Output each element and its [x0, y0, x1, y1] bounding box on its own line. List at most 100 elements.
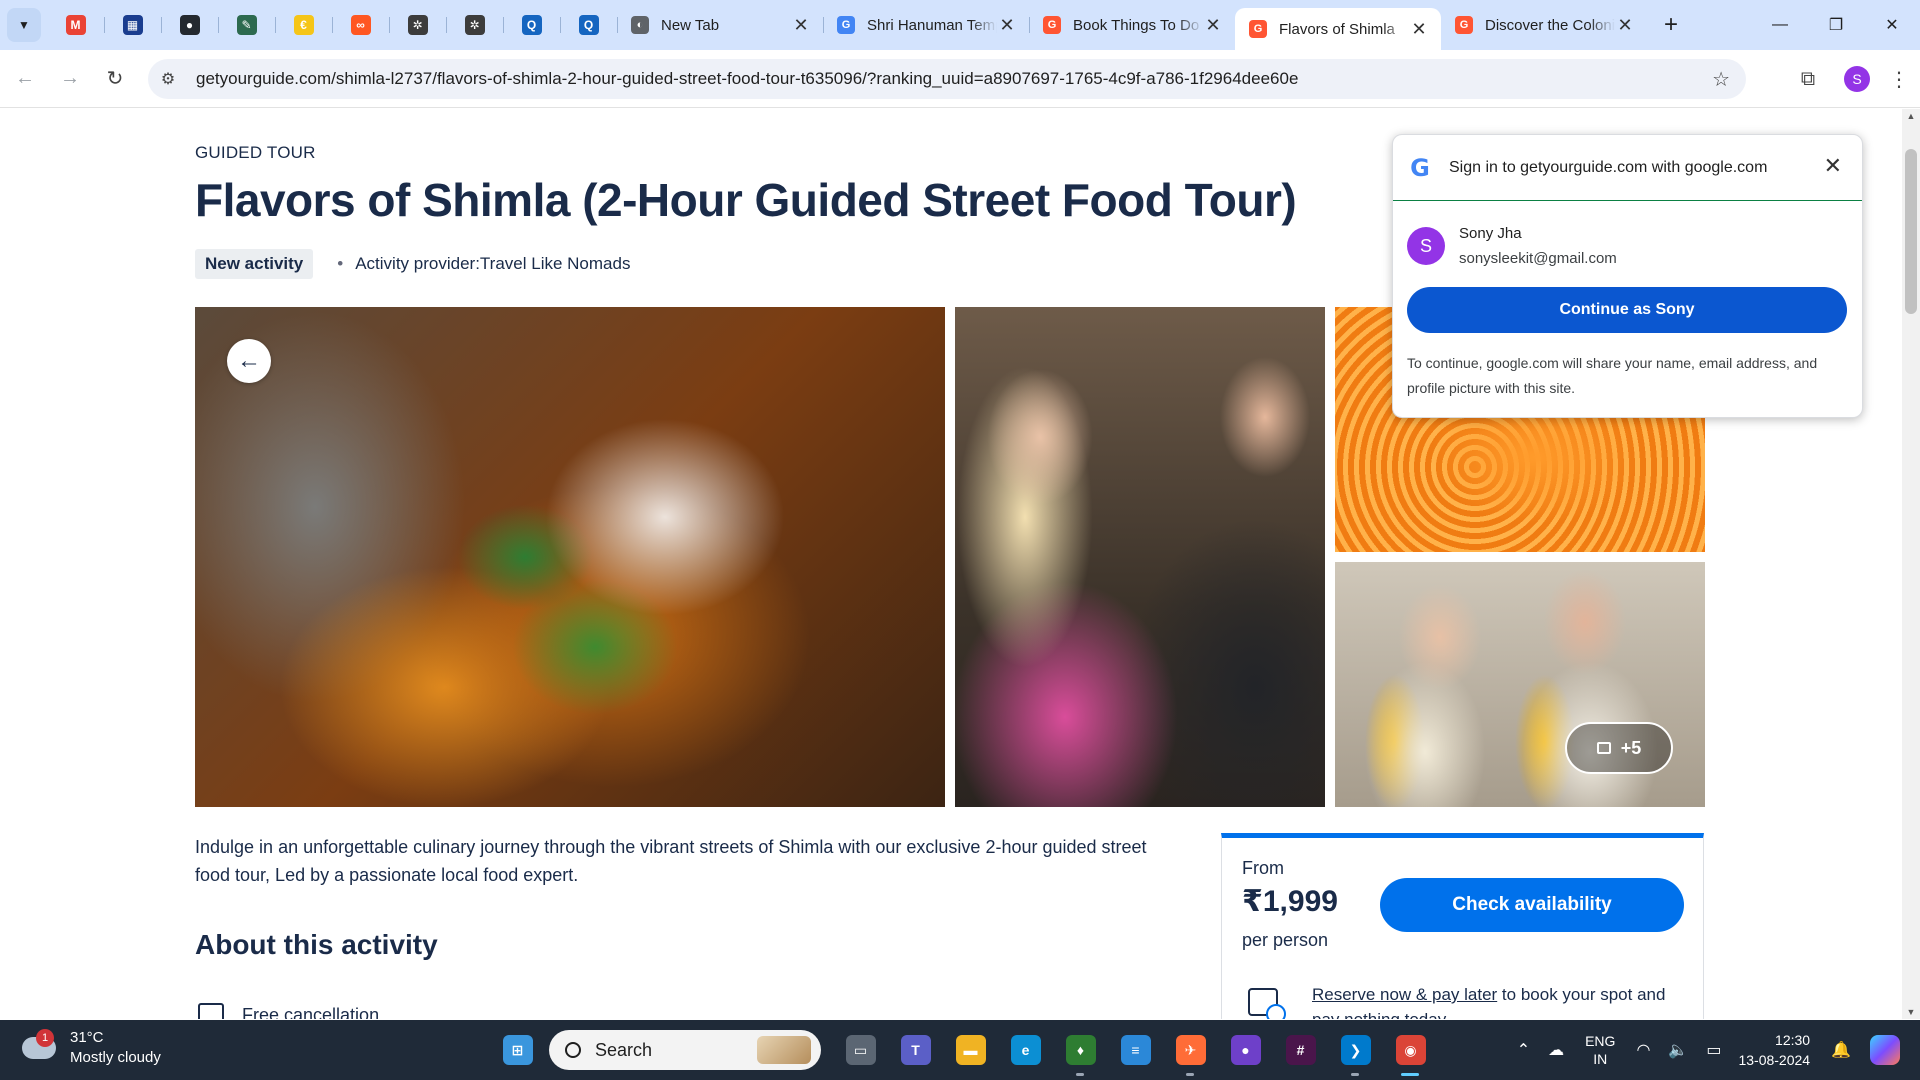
- task-view-button[interactable]: ▭: [833, 1020, 888, 1080]
- pinned-tab[interactable]: ✲: [389, 0, 446, 50]
- scroll-up-icon[interactable]: ▲: [1902, 111, 1920, 121]
- tab[interactable]: G Shri Hanuman Temple✕: [823, 0, 1029, 50]
- address-bar[interactable]: ⚙ getyourguide.com/shimla-l2737/flavors-…: [148, 59, 1746, 99]
- teams-app[interactable]: T: [888, 1020, 943, 1080]
- postman-app[interactable]: ✈: [1163, 1020, 1218, 1080]
- provider-label: Activity provider:: [355, 254, 480, 273]
- restore-button[interactable]: ❐: [1808, 0, 1864, 50]
- reserve-now-link[interactable]: Reserve now & pay later: [1312, 985, 1497, 1004]
- provider-link[interactable]: Travel Like Nomads: [480, 254, 631, 274]
- tab-close-icon[interactable]: ✕: [1409, 19, 1429, 40]
- tab[interactable]: ◐ New Tab ✕: [617, 0, 823, 50]
- mongodb-app[interactable]: ♦: [1053, 1020, 1108, 1080]
- coin-icon: €: [293, 15, 314, 35]
- forward-button[interactable]: →: [50, 59, 90, 99]
- check-availability-button[interactable]: Check availability: [1380, 878, 1684, 932]
- gallery-photo-4[interactable]: +5: [1335, 562, 1705, 807]
- more-menu-icon[interactable]: ⋮: [1884, 67, 1914, 92]
- wifi-icon[interactable]: ◠: [1636, 1040, 1650, 1060]
- pinned-tab[interactable]: €: [275, 0, 332, 50]
- arrow-left-icon: ←: [237, 347, 261, 374]
- dashboard-icon: ▦: [122, 15, 143, 35]
- signin-note: To continue, google.com will share your …: [1407, 355, 1818, 396]
- tab-active[interactable]: G Flavors of Shimla ✕: [1235, 8, 1441, 50]
- tab[interactable]: G Discover the Colonial ✕: [1441, 0, 1647, 50]
- pinned-tab[interactable]: ▦: [104, 0, 161, 50]
- tab-close-icon[interactable]: ✕: [1203, 15, 1223, 36]
- copilot-icon[interactable]: [1870, 1035, 1900, 1065]
- pinned-tab[interactable]: ✎: [218, 0, 275, 50]
- onedrive-icon[interactable]: ☁: [1548, 1040, 1564, 1060]
- edge-app[interactable]: e: [998, 1020, 1053, 1080]
- teams-icon: T: [900, 1035, 931, 1065]
- pinned-tab[interactable]: Q: [503, 0, 560, 50]
- scrollbar-thumb[interactable]: [1905, 149, 1917, 314]
- file-explorer-app[interactable]: ▬: [943, 1020, 998, 1080]
- signin-header: G Sign in to getyourguide.com with googl…: [1393, 135, 1862, 201]
- more-photos-count: +5: [1620, 737, 1642, 758]
- back-button[interactable]: ←: [5, 59, 45, 99]
- profile-avatar[interactable]: S: [1844, 66, 1870, 92]
- url-text[interactable]: getyourguide.com/shimla-l2737/flavors-of…: [196, 69, 1298, 89]
- bookmark-star-icon[interactable]: ☆: [1712, 67, 1730, 92]
- close-window-button[interactable]: ✕: [1864, 0, 1920, 50]
- page-scrollbar[interactable]: ▲ ▼: [1902, 109, 1920, 1019]
- calendar-check-icon: [198, 1003, 224, 1019]
- start-button[interactable]: ⊞: [490, 1020, 545, 1080]
- slack-app[interactable]: #: [1273, 1020, 1328, 1080]
- google-signin-popup: G Sign in to getyourguide.com with googl…: [1392, 134, 1863, 418]
- tab-search-button[interactable]: ▼: [7, 8, 41, 42]
- tab-close-icon[interactable]: ✕: [791, 15, 811, 36]
- price-value: ₹1,999: [1242, 885, 1338, 918]
- notepad-icon: ≡: [1120, 1035, 1151, 1065]
- vscode-app[interactable]: ❯: [1328, 1020, 1383, 1080]
- chevron-up-icon[interactable]: ⌃: [1517, 1040, 1530, 1060]
- scroll-down-icon[interactable]: ▼: [1902, 1007, 1920, 1017]
- taskbar-clock[interactable]: 12:30 13-08-2024: [1738, 1030, 1810, 1070]
- pinned-tab[interactable]: M: [47, 0, 104, 50]
- signin-account[interactable]: S Sony Jha sonysleekit@gmail.com: [1407, 221, 1617, 271]
- tab[interactable]: G Book Things To Do ✕: [1029, 0, 1235, 50]
- system-tray: ⌃ ☁ ENG IN ◠ 🔈 ▭ 12:30 13-08-2024 🔔: [1508, 1020, 1920, 1080]
- gallery-back-button[interactable]: ←: [227, 339, 271, 383]
- github-desktop-app[interactable]: ●: [1218, 1020, 1273, 1080]
- search-icon: [565, 1042, 581, 1058]
- gallery-photo-main[interactable]: ←: [195, 307, 945, 807]
- pinned-tab[interactable]: ✲: [446, 0, 503, 50]
- volume-icon[interactable]: 🔈: [1668, 1040, 1688, 1060]
- language-indicator[interactable]: ENG IN: [1585, 1032, 1615, 1068]
- github-icon: ●: [1230, 1035, 1261, 1065]
- notification-bell-icon[interactable]: 🔔: [1831, 1040, 1851, 1060]
- chrome-app[interactable]: ◉: [1383, 1020, 1438, 1080]
- reload-button[interactable]: ↻: [95, 59, 135, 99]
- weather-widget[interactable]: 1 31°C Mostly cloudy: [22, 1028, 161, 1068]
- windows-icon: ⊞: [502, 1035, 533, 1065]
- browser-toolbar: ← → ↻ ⚙ getyourguide.com/shimla-l2737/fl…: [0, 50, 1920, 108]
- pinned-tab[interactable]: ●: [161, 0, 218, 50]
- pinned-tab[interactable]: ∞: [332, 0, 389, 50]
- pinned-tab[interactable]: Q: [560, 0, 617, 50]
- battery-icon[interactable]: ▭: [1706, 1040, 1721, 1060]
- vscode-icon: ❯: [1340, 1035, 1371, 1065]
- site-info-icon[interactable]: ⚙: [148, 69, 188, 89]
- tab-close-icon[interactable]: ✕: [1615, 15, 1635, 36]
- postman-icon: ✈: [1175, 1035, 1206, 1065]
- tab-close-icon[interactable]: ✕: [997, 15, 1017, 36]
- gallery-photo-2[interactable]: [955, 307, 1325, 807]
- close-popup-icon[interactable]: ✕: [1824, 153, 1842, 179]
- chrome-icon: ◉: [1395, 1035, 1426, 1065]
- image-icon: [1596, 742, 1611, 754]
- taskbar-search[interactable]: Search: [549, 1030, 821, 1070]
- new-tab-button[interactable]: +: [1655, 9, 1687, 41]
- search-highlight-image: [757, 1036, 811, 1064]
- continue-as-button[interactable]: Continue as Sony: [1407, 287, 1847, 333]
- notepad-app[interactable]: ≡: [1108, 1020, 1163, 1080]
- new-activity-badge: New activity: [195, 249, 314, 279]
- minimize-icon: —: [1772, 16, 1788, 33]
- more-photos-button[interactable]: +5: [1565, 722, 1673, 774]
- account-avatar: S: [1407, 227, 1445, 265]
- region-code: IN: [1593, 1051, 1608, 1067]
- link-app-icon: ∞: [350, 15, 371, 35]
- extensions-icon[interactable]: ⧉: [1786, 68, 1830, 91]
- minimize-button[interactable]: —: [1752, 0, 1808, 50]
